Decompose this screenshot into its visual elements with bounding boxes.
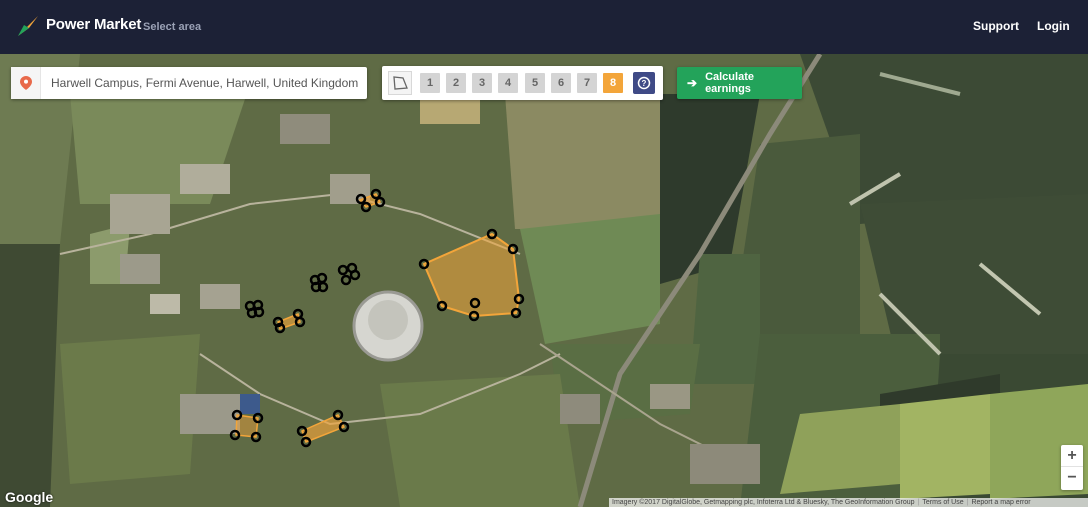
svg-text:?: ? xyxy=(642,79,647,88)
imagery-credit: Imagery ©2017 DigitalGlobe, Getmapping p… xyxy=(612,499,915,506)
arrow-right-icon: ➔ xyxy=(687,76,698,90)
area-button-5[interactable]: 5 xyxy=(525,73,545,93)
location-search-box[interactable] xyxy=(11,67,367,99)
page-subtitle: Select area xyxy=(143,21,202,33)
top-navigation-bar: Power Market Select area Support Login xyxy=(0,0,1088,54)
satellite-map[interactable]: 1 2 3 4 5 6 7 8 ? ➔ Calculate earnings +… xyxy=(0,54,1088,507)
area-button-4[interactable]: 4 xyxy=(498,73,518,93)
map-attribution: Imagery ©2017 DigitalGlobe, Getmapping p… xyxy=(609,498,1088,507)
login-link[interactable]: Login xyxy=(1037,19,1070,33)
area-button-8[interactable]: 8 xyxy=(603,73,623,93)
polygon-draw-icon[interactable] xyxy=(388,71,412,95)
map-pin-icon xyxy=(11,67,41,99)
zoom-controls: + − xyxy=(1061,445,1083,490)
zoom-in-button[interactable]: + xyxy=(1061,445,1083,467)
zoom-out-button[interactable]: − xyxy=(1061,467,1083,489)
calculate-earnings-label: Calculate earnings xyxy=(705,71,754,95)
area-selector-toolbar: 1 2 3 4 5 6 7 8 ? xyxy=(382,66,663,100)
help-circle-icon[interactable]: ? xyxy=(633,72,655,94)
support-link[interactable]: Support xyxy=(973,19,1019,33)
location-search-input[interactable] xyxy=(41,68,361,98)
map-imagery[interactable] xyxy=(0,54,1088,507)
area-button-2[interactable]: 2 xyxy=(446,73,466,93)
area-button-7[interactable]: 7 xyxy=(577,73,597,93)
terms-of-use-link[interactable]: Terms of Use xyxy=(919,499,966,506)
brand-name[interactable]: Power Market xyxy=(46,16,141,33)
area-button-3[interactable]: 3 xyxy=(472,73,492,93)
calculate-earnings-button[interactable]: ➔ Calculate earnings xyxy=(677,67,802,99)
google-logo[interactable]: Google xyxy=(5,489,53,505)
report-map-error-link[interactable]: Report a map error xyxy=(968,499,1033,506)
brand-logo-icon[interactable] xyxy=(16,14,40,38)
area-button-1[interactable]: 1 xyxy=(420,73,440,93)
area-button-6[interactable]: 6 xyxy=(551,73,571,93)
